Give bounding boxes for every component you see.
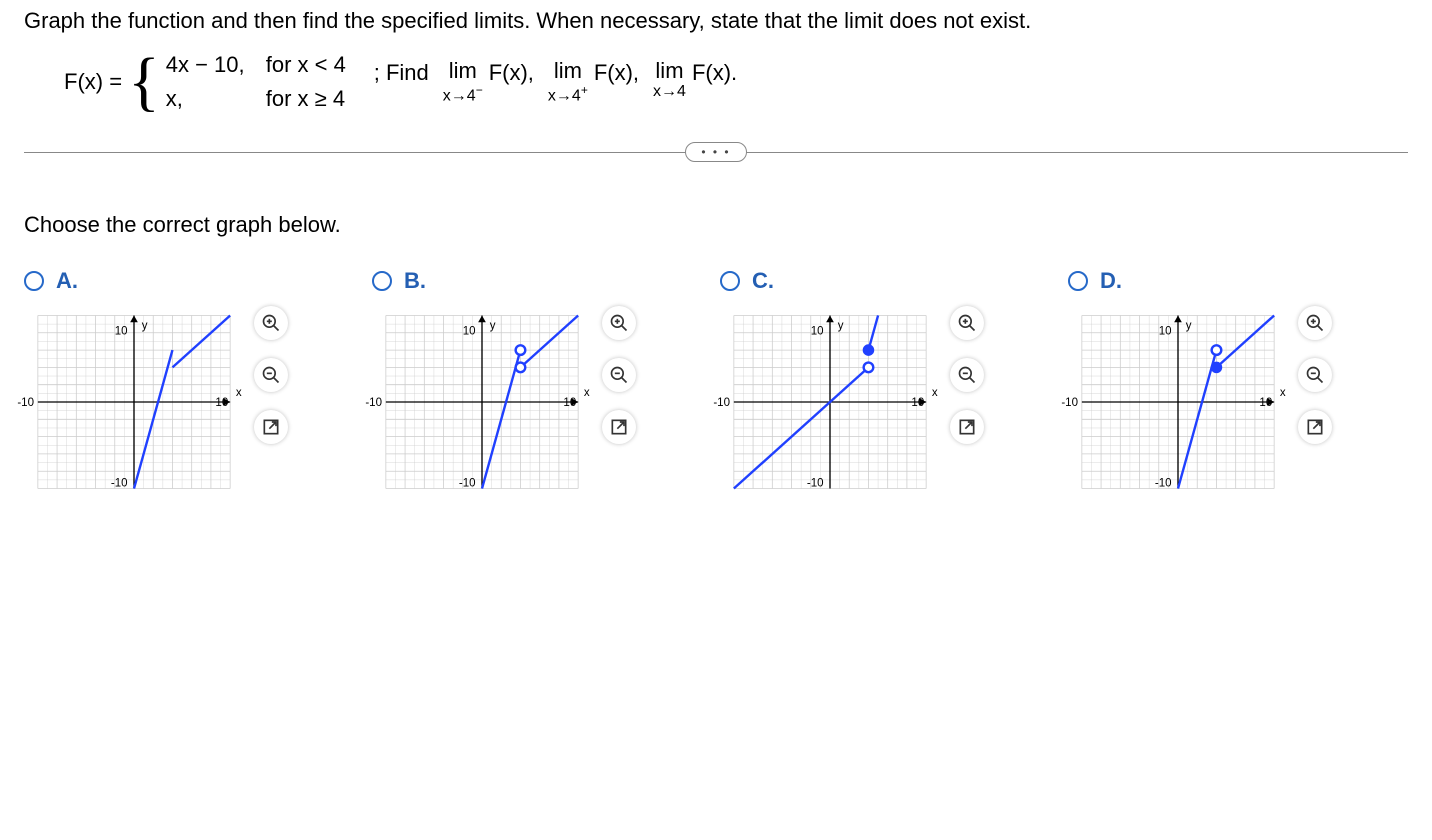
zoom-in-icon[interactable] [254,306,288,340]
find-prefix: ; Find [374,60,429,86]
fx-arg-2: F(x), [594,60,639,86]
option-label: A. [56,268,78,294]
radio-button[interactable] [372,271,392,291]
option-B: B. y x -10 10 10 -10 [372,268,692,502]
svg-text:10: 10 [1159,326,1172,338]
choose-graph-label: Choose the correct graph below. [24,212,1408,238]
svg-text:-10: -10 [111,478,128,490]
svg-text:x: x [1280,387,1286,399]
svg-text:-10: -10 [17,397,34,409]
svg-text:y: y [838,320,844,332]
svg-text:y: y [142,320,148,332]
svg-text:x: x [236,387,242,399]
svg-text:-10: -10 [459,478,476,490]
option-D: D. y x -10 10 10 -10 [1068,268,1388,502]
piece2-cond: for x ≥ 4 [266,86,366,112]
radio-button[interactable] [720,271,740,291]
svg-text:-10: -10 [713,397,730,409]
option-label: B. [404,268,426,294]
brace-icon: { [128,52,160,112]
lim-word-1: lim [449,60,477,82]
lim-sub-3: x→4 [653,84,686,100]
svg-text:x: x [932,387,938,399]
svg-text:10: 10 [563,397,576,409]
zoom-out-icon[interactable] [1298,358,1332,392]
option-C: C. y x -10 10 10 -10 [720,268,1040,502]
graph-tools [1298,306,1332,444]
graph-tools [602,306,636,444]
graph-B[interactable]: y x -10 10 10 -10 [372,302,592,502]
option-label: C. [752,268,774,294]
zoom-in-icon[interactable] [1298,306,1332,340]
lim-sub-2: x→4+ [548,84,588,104]
piece1-expr: 4x − 10, [166,52,266,78]
svg-text:10: 10 [463,326,476,338]
radio-button[interactable] [24,271,44,291]
options-row: A. y x -10 10 10 -10 [24,268,1408,502]
expand-pill[interactable]: • • • [685,142,747,162]
svg-text:-10: -10 [807,478,824,490]
radio-button[interactable] [1068,271,1088,291]
svg-text:10: 10 [1259,397,1272,409]
function-definition: F(x) = { 4x − 10, for x < 4 x, for x ≥ 4… [64,52,1408,112]
svg-text:-10: -10 [365,397,382,409]
piece1-cond: for x < 4 [266,52,366,78]
graph-D[interactable]: y x -10 10 10 -10 [1068,302,1288,502]
svg-text:10: 10 [215,397,228,409]
graph-A[interactable]: y x -10 10 10 -10 [24,302,244,502]
popout-icon[interactable] [950,410,984,444]
lim-word-2: lim [554,60,582,82]
option-label: D. [1100,268,1122,294]
popout-icon[interactable] [602,410,636,444]
option-A: A. y x -10 10 10 -10 [24,268,344,502]
zoom-out-icon[interactable] [602,358,636,392]
svg-text:-10: -10 [1155,478,1172,490]
svg-text:10: 10 [115,326,128,338]
lim-word-3: lim [655,60,683,82]
zoom-in-icon[interactable] [602,306,636,340]
piece2-expr: x, [166,86,266,112]
svg-text:10: 10 [911,397,924,409]
graph-tools [950,306,984,444]
fx-arg-3: F(x). [692,60,737,86]
instruction-text: Graph the function and then find the spe… [24,8,1408,34]
section-divider: • • • [24,142,1408,162]
popout-icon[interactable] [1298,410,1332,444]
fx-label: F(x) = [64,69,122,95]
fx-arg-1: F(x), [489,60,534,86]
svg-text:y: y [490,320,496,332]
lim-sub-1: x→4− [443,84,483,104]
svg-text:10: 10 [811,326,824,338]
svg-text:-10: -10 [1061,397,1078,409]
graph-C[interactable]: y x -10 10 10 -10 [720,302,940,502]
graph-tools [254,306,288,444]
zoom-out-icon[interactable] [254,358,288,392]
find-limits: ; Find lim x→4− F(x), lim x→4+ F(x), lim… [374,60,737,104]
svg-text:x: x [584,387,590,399]
zoom-in-icon[interactable] [950,306,984,340]
popout-icon[interactable] [254,410,288,444]
zoom-out-icon[interactable] [950,358,984,392]
svg-text:y: y [1186,320,1192,332]
